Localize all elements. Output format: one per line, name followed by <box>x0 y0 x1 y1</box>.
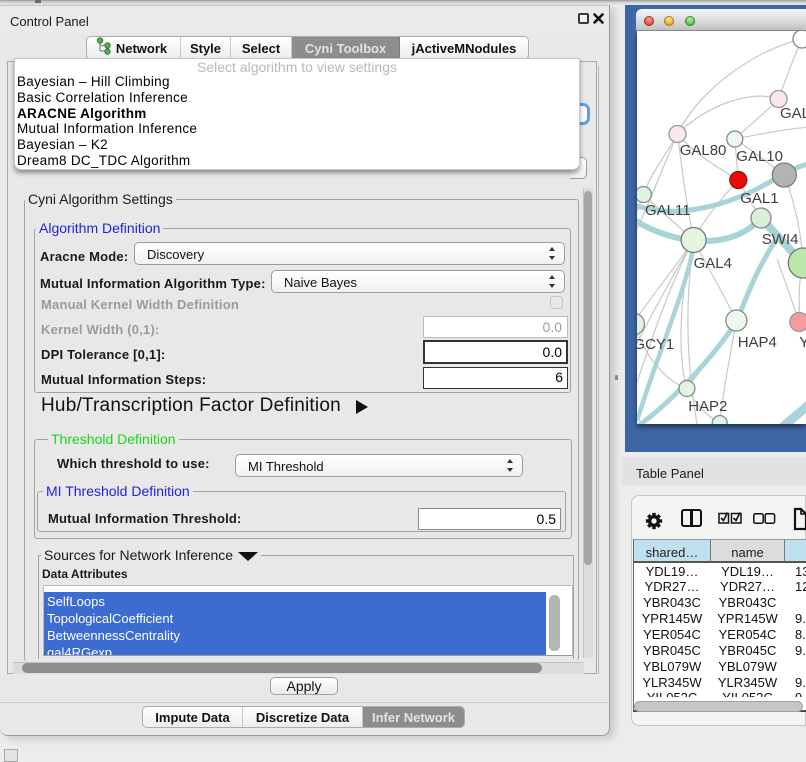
svg-text:HAP2: HAP2 <box>688 398 727 415</box>
svg-text:GAL7: GAL7 <box>780 105 806 122</box>
svg-text:GAL80: GAL80 <box>680 142 727 159</box>
svg-text:GAL10: GAL10 <box>736 148 783 165</box>
svg-text:GAL1: GAL1 <box>740 190 778 207</box>
svg-text:GAL11: GAL11 <box>645 202 691 219</box>
svg-text:GCY1: GCY1 <box>637 336 674 353</box>
svg-text:SWI4: SWI4 <box>762 231 799 248</box>
svg-text:HAP4: HAP4 <box>738 334 777 351</box>
svg-text:Y: Y <box>799 334 806 351</box>
svg-text:GAL4: GAL4 <box>694 255 732 272</box>
